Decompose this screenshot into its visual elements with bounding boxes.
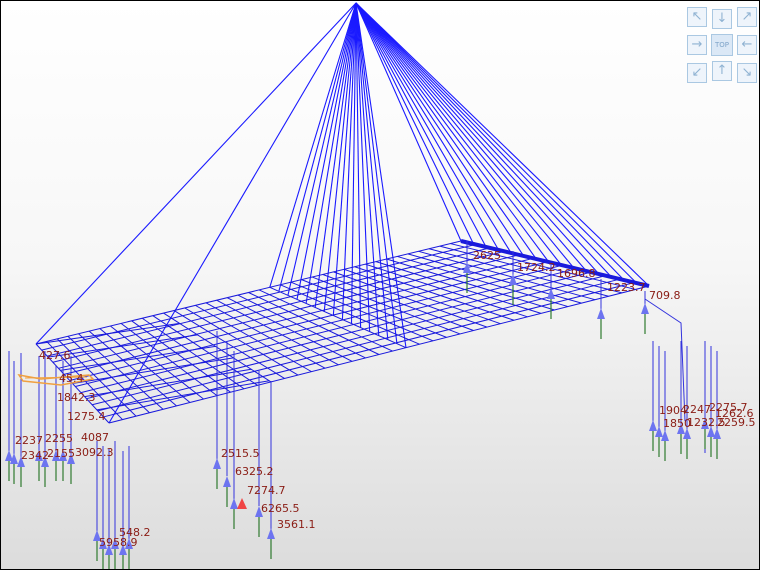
value-label: 2515.5 (221, 447, 260, 460)
stay-cable (355, 2, 587, 272)
stay-cable (355, 2, 500, 251)
value-label: 1223.7 (607, 281, 646, 294)
reaction-arrow (597, 308, 605, 319)
deck-grid-diagonal (60, 345, 216, 371)
stay-cable (269, 2, 357, 288)
value-label: 427.6 (39, 349, 71, 362)
value-label: 2247 (683, 403, 711, 416)
value-label: 1696.8 (557, 267, 596, 280)
deck-grid-line (52, 250, 505, 363)
arrow-down-left-icon[interactable]: ↙ (687, 63, 707, 83)
value-label: 4087 (81, 431, 109, 444)
deck-grid-line (97, 278, 621, 412)
value-label: 1724.2 (517, 261, 556, 274)
value-label: 5958.9 (99, 536, 138, 549)
reaction-arrow (655, 426, 663, 437)
stay-cable (355, 2, 512, 254)
deck-grid-diagonal (84, 368, 252, 398)
arrow-up-icon[interactable]: ↑ (712, 61, 732, 81)
reaction-arrow (223, 476, 231, 487)
stay-cable (355, 2, 462, 242)
value-label: 2259.5 (717, 416, 756, 429)
stay-cable (355, 2, 550, 263)
deck-grid-line (92, 275, 606, 406)
value-label: 2255 (45, 432, 73, 445)
deck-grid-diagonal (96, 380, 270, 411)
arrow-right-icon[interactable]: → (687, 35, 707, 55)
deck-grid-line (63, 257, 534, 375)
value-label: 2237 (15, 434, 43, 447)
value-label: 45.4 (59, 372, 84, 385)
structure-scene[interactable]: 427.6 45.4 1842.3 1275.4 2237 2255 4087 … (1, 1, 759, 569)
value-label: 3561.1 (277, 518, 316, 531)
value-label: 6265.5 (261, 502, 300, 515)
arrow-down-right-icon[interactable]: ↘ (737, 63, 757, 83)
reaction-arrow (641, 303, 649, 314)
stay-cable (355, 2, 612, 278)
value-label: 2342 (21, 449, 49, 462)
stay-cable (296, 2, 357, 300)
stay-cable (355, 2, 637, 284)
arrow-down-icon[interactable]: ↓ (712, 9, 732, 29)
deck-grid-diagonal (72, 357, 234, 384)
arrow-up-right-icon[interactable]: ↗ (737, 7, 757, 27)
stay-cable (278, 2, 357, 292)
3d-viewport[interactable]: 427.6 45.4 1842.3 1275.4 2237 2255 4087 … (0, 0, 760, 570)
arrow-left-icon[interactable]: ← (737, 35, 757, 55)
value-label: 2155 (47, 447, 75, 460)
value-label: 1842.3 (57, 391, 96, 404)
highlighted-load-arrow[interactable] (237, 498, 247, 509)
reaction-arrow (213, 458, 221, 469)
deck-grid-line (69, 261, 548, 381)
view-top-button[interactable]: TOP (711, 34, 733, 56)
reaction-arrow (509, 274, 517, 285)
deck-grid-line (47, 247, 491, 357)
value-label: 3092.3 (75, 446, 114, 459)
value-label: 2625 (473, 249, 501, 262)
stay-cable (355, 2, 625, 281)
reaction-arrow (230, 498, 238, 509)
reaction-arrow (649, 420, 657, 431)
arrow-up-left-icon[interactable]: ↖ (687, 7, 707, 27)
value-label: 7274.7 (247, 484, 286, 497)
reaction-arrow (713, 428, 721, 439)
value-label: 709.8 (649, 289, 681, 302)
stay-cable (355, 2, 600, 275)
value-label: 1275.4 (67, 410, 106, 423)
stay-cable (355, 2, 537, 260)
stay-cable (355, 2, 525, 257)
deck-grid-line (58, 254, 519, 369)
view-navigation-cube[interactable]: ↖ ↗ ↓ → TOP ← ↙ ↑ ↘ (687, 7, 757, 85)
reaction-arrow (267, 528, 275, 539)
stay-cable (355, 2, 650, 287)
value-label: 6325.2 (235, 465, 274, 478)
stay-cable (355, 2, 562, 266)
stay-cable (108, 2, 357, 424)
